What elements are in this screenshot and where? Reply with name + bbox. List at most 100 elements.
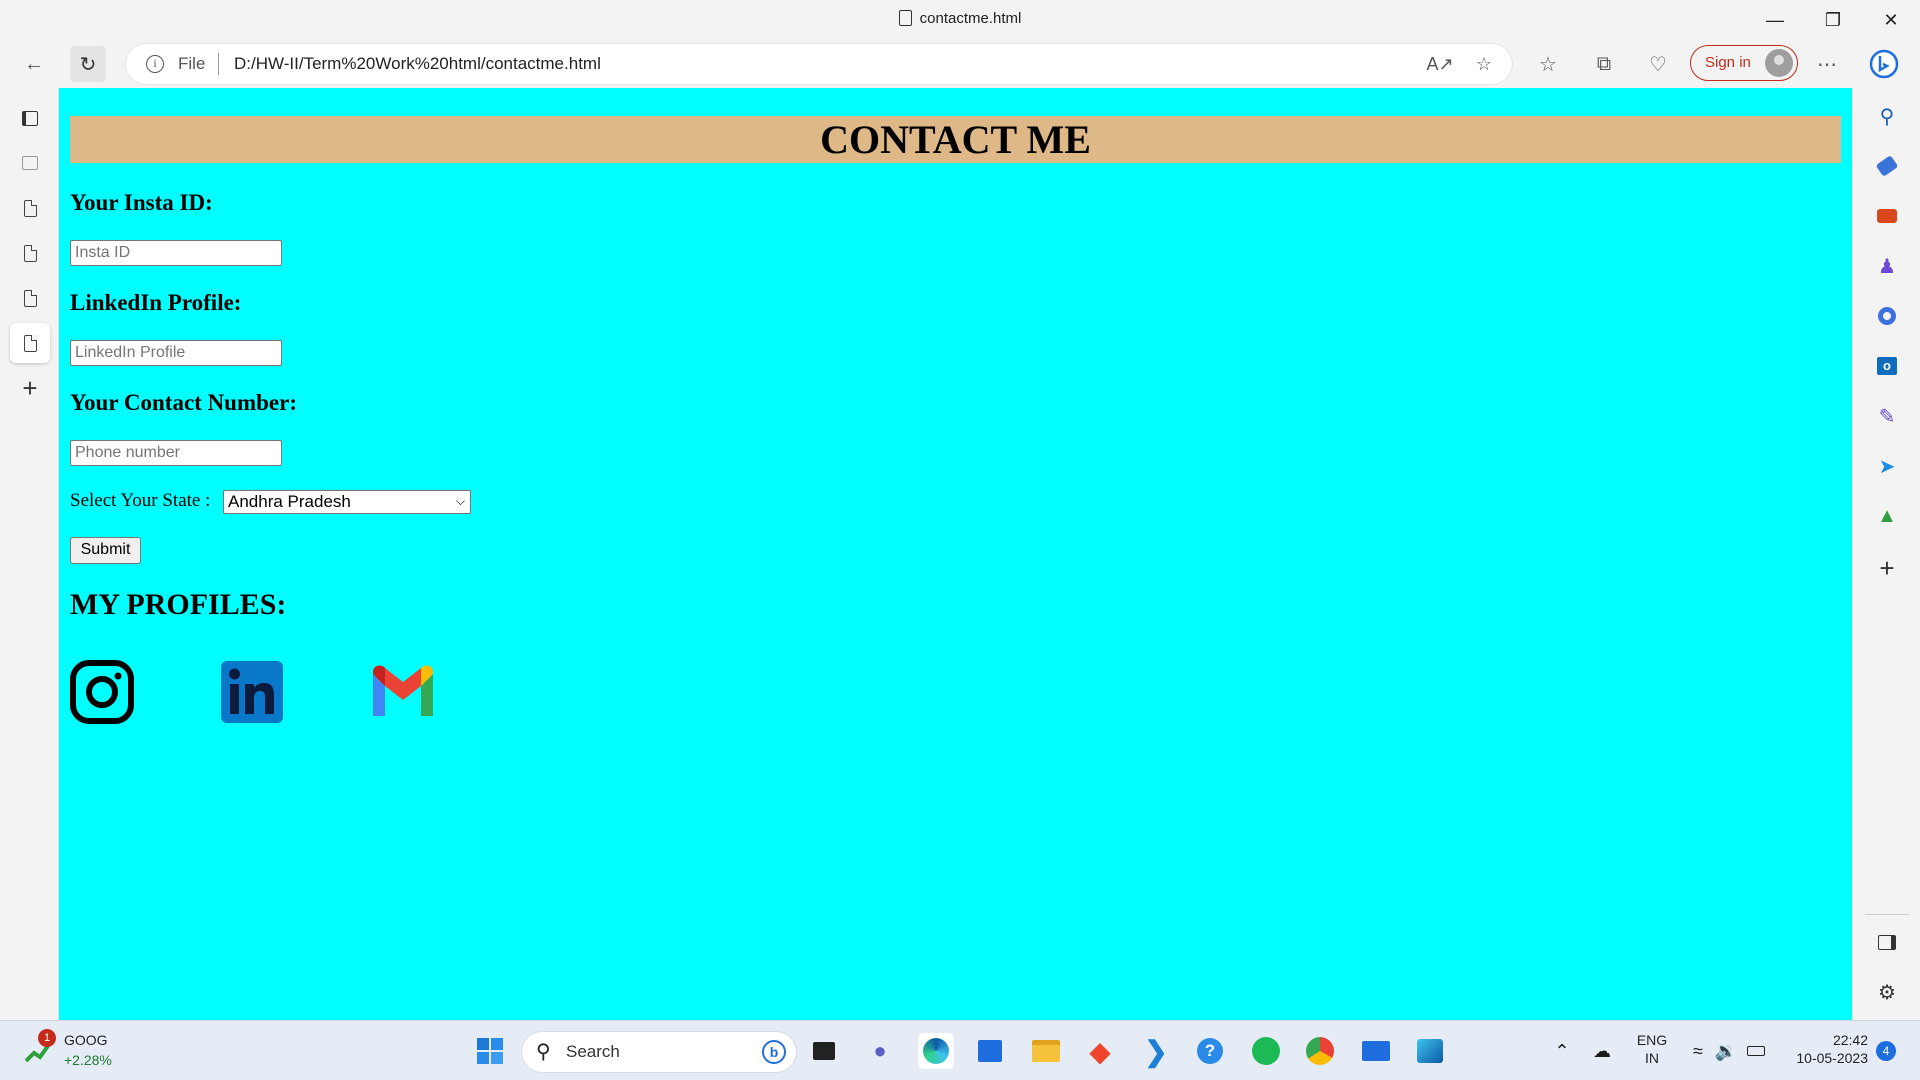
submit-button[interactable]: Submit	[70, 537, 141, 564]
linkedin-input[interactable]	[70, 340, 282, 366]
phone-input[interactable]	[70, 440, 282, 466]
toolbox-glyph	[1877, 209, 1897, 223]
search-icon[interactable]: ⚲	[1871, 100, 1903, 132]
tab-item-active[interactable]	[10, 323, 50, 363]
hide-sidebar-icon[interactable]	[1871, 926, 1903, 958]
browser-essentials-icon[interactable]: ♡	[1640, 46, 1676, 82]
new-tab-icon[interactable]: +	[10, 368, 50, 408]
microsoft-365-icon[interactable]	[1871, 300, 1903, 332]
stock-widget-icon[interactable]: 1	[24, 1029, 56, 1067]
sign-in-button[interactable]: Sign in	[1690, 45, 1798, 81]
edge-browser-icon[interactable]	[918, 1033, 954, 1069]
profiles-heading: MY PROFILES:	[70, 588, 287, 621]
tab-item[interactable]	[10, 278, 50, 318]
stock-change: +2.28%	[64, 1052, 112, 1068]
instagram-link[interactable]	[70, 660, 134, 724]
shopping-tag-icon[interactable]	[1871, 150, 1903, 182]
collections-icon[interactable]: ⧉	[1586, 46, 1622, 82]
instagram-icon	[70, 660, 134, 724]
task-view-icon[interactable]	[806, 1033, 842, 1069]
tab-item[interactable]	[10, 188, 50, 228]
vertical-tabs-panel: +	[0, 88, 59, 1020]
vscode-icon[interactable]: ❯	[1138, 1033, 1174, 1069]
browser-toolbar: ← ↻ i File D:/HW-II/Term%20Work%20html/c…	[0, 40, 1920, 88]
info-icon[interactable]: i	[146, 55, 164, 73]
taskbar-search[interactable]: ⚲ Search b	[522, 1032, 796, 1072]
tab-item[interactable]	[10, 233, 50, 273]
tab-actions-icon[interactable]	[10, 98, 50, 138]
battery-glyph	[1747, 1046, 1765, 1056]
stock-badge: 1	[38, 1029, 56, 1047]
phone-label: Your Contact Number:	[70, 390, 298, 415]
windows-logo-icon	[477, 1038, 503, 1064]
tools-icon[interactable]	[1871, 200, 1903, 232]
read-aloud-icon[interactable]: A↗	[1426, 52, 1453, 76]
onedrive-icon[interactable]: ☁	[1584, 1033, 1620, 1069]
favorites-icon[interactable]: ☆	[1530, 46, 1566, 82]
tab-item[interactable]	[10, 143, 50, 183]
outlook-glyph: o	[1877, 357, 1897, 375]
window-title: contactme.html	[0, 10, 1920, 27]
start-button[interactable]	[472, 1033, 508, 1069]
url-text[interactable]: D:/HW-II/Term%20Work%20html/contactme.ht…	[234, 54, 601, 74]
back-button[interactable]: ←	[16, 46, 52, 82]
insta-input[interactable]	[70, 240, 282, 266]
title-bar: contactme.html — ❐ ✕	[0, 0, 1920, 40]
file-explorer-icon[interactable]	[1028, 1033, 1064, 1069]
page-heading: CONTACT ME	[70, 116, 1841, 163]
address-separator	[218, 53, 219, 75]
tree-icon[interactable]: ▲	[1871, 500, 1903, 532]
close-button[interactable]: ✕	[1868, 0, 1914, 40]
stock-ticker: GOOG	[64, 1032, 108, 1048]
settings-icon[interactable]: ⚙	[1871, 976, 1903, 1008]
avatar-icon	[1765, 49, 1793, 77]
page-viewport: CONTACT ME Your Insta ID: LinkedIn Profi…	[59, 88, 1852, 1020]
bing-logo-icon	[1869, 49, 1899, 79]
chrome-glyph	[1306, 1037, 1334, 1065]
chrome-icon[interactable]	[1302, 1033, 1338, 1069]
battery-icon[interactable]	[1738, 1033, 1774, 1069]
document-icon	[898, 10, 912, 26]
state-select[interactable]: Andhra Pradesh ⌵	[223, 490, 471, 514]
mail-icon[interactable]	[1358, 1033, 1394, 1069]
show-hidden-icons-icon[interactable]: ⌃	[1544, 1033, 1580, 1069]
outlook-icon[interactable]: o	[1871, 350, 1903, 382]
clock-time: 22:42	[1832, 1032, 1868, 1048]
restore-button[interactable]: ❐	[1810, 0, 1856, 40]
insta-label: Your Insta ID:	[70, 190, 213, 215]
notification-badge[interactable]: 4	[1876, 1041, 1896, 1061]
reload-button[interactable]: ↻	[70, 46, 106, 82]
clock[interactable]: 22:42 10-05-2023	[1782, 1031, 1868, 1067]
designer-icon[interactable]: ✎	[1871, 400, 1903, 432]
photos-icon[interactable]	[1412, 1033, 1448, 1069]
state-label: Select Your State :	[70, 490, 211, 511]
linkedin-link[interactable]	[220, 660, 284, 724]
tag-glyph	[1875, 155, 1899, 177]
teams-chat-icon[interactable]: ●	[862, 1033, 898, 1069]
spotify-icon[interactable]	[1248, 1033, 1284, 1069]
language-line1: ENG	[1636, 1032, 1668, 1048]
more-menu-icon[interactable]: ⋯	[1809, 46, 1845, 82]
send-icon[interactable]: ➤	[1871, 450, 1903, 482]
tips-icon[interactable]: ?	[1192, 1033, 1228, 1069]
git-app-icon[interactable]: ◆	[1082, 1033, 1118, 1069]
gmail-link[interactable]	[371, 660, 435, 724]
sidebar-divider	[1865, 914, 1909, 915]
linkedin-icon	[221, 661, 283, 723]
sign-in-label: Sign in	[1705, 54, 1751, 71]
help-glyph: ?	[1197, 1038, 1223, 1064]
microsoft-store-icon[interactable]	[972, 1033, 1008, 1069]
taskbar: 1 GOOG +2.28% ⚲ Search b ● ◆ ❯ ? ⌃ ☁ ENG…	[0, 1020, 1920, 1080]
add-favorite-icon[interactable]: ☆	[1472, 52, 1496, 76]
minimize-button[interactable]: —	[1752, 0, 1798, 40]
bing-chat-icon[interactable]	[1866, 46, 1902, 82]
games-icon[interactable]: ♟	[1871, 250, 1903, 282]
add-sidebar-app-icon[interactable]: +	[1871, 552, 1903, 584]
page-icon	[23, 244, 37, 262]
language-indicator[interactable]: ENG IN	[1634, 1031, 1670, 1067]
address-bar[interactable]: i File D:/HW-II/Term%20Work%20html/conta…	[126, 44, 1512, 84]
edge-sidebar: ⚲ ♟ o ✎ ➤ ▲ + ⚙	[1852, 88, 1920, 1020]
spotify-glyph	[1252, 1037, 1280, 1065]
clock-date: 10-05-2023	[1796, 1050, 1868, 1066]
tab-actions-glyph	[22, 110, 38, 126]
